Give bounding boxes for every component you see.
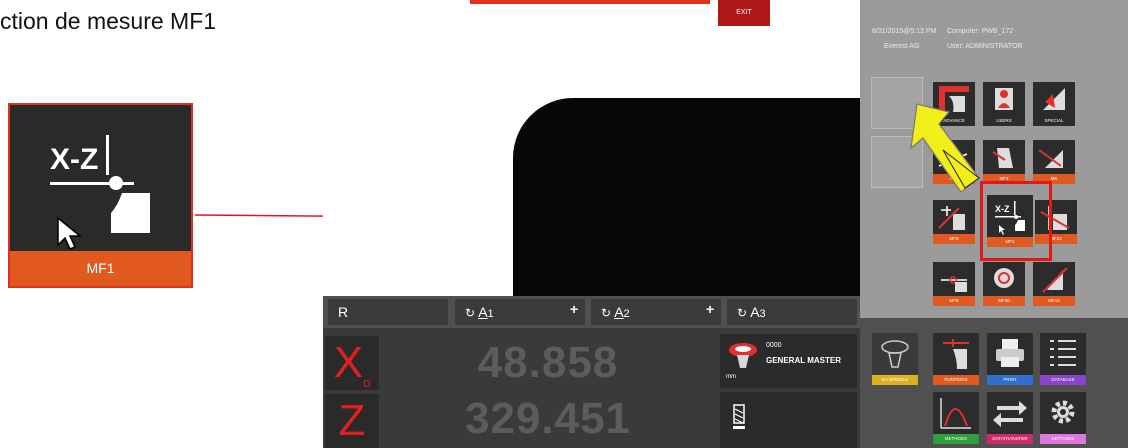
z-axis-letter: Z <box>338 396 366 445</box>
unit-label: mm <box>726 374 736 380</box>
a1-axis-button[interactable]: ↻ A1 <box>455 299 585 325</box>
tool-selector[interactable] <box>720 392 857 448</box>
mf-icon <box>1042 267 1068 293</box>
status-computer: Computer: PWB_172 <box>947 28 1014 35</box>
tile-measure-3[interactable]: MK <box>1033 140 1075 184</box>
mf1-highlight-frame <box>980 181 1052 261</box>
master-selector[interactable]: 0000 GENERAL MASTER mm <box>720 334 857 388</box>
empty-slot-1 <box>871 77 923 129</box>
advance-icon <box>939 86 969 112</box>
x-axis-indicator[interactable]: XD <box>325 336 379 390</box>
a1-axis-letter: A <box>478 304 488 320</box>
tile-special[interactable]: SPECIAL <box>1033 82 1075 126</box>
users-icon <box>995 88 1013 110</box>
mf-icon <box>938 206 965 230</box>
tile-measure-9[interactable]: MF12 <box>1033 262 1075 306</box>
master-name: GENERAL MASTER <box>766 356 841 365</box>
print-button[interactable]: PRINT <box>987 333 1033 385</box>
rotate-icon: ↻ <box>601 306 612 320</box>
axis-bar: R ↻ A1 + ↻ A2 + ↻ A3 <box>323 296 860 328</box>
x-axis-subscript: D <box>363 378 371 390</box>
special-icon <box>1043 88 1065 110</box>
tile-special-label: SPECIAL <box>1044 118 1064 123</box>
tile-users[interactable]: USERS <box>983 82 1025 126</box>
tile-measure-4[interactable]: MF5 <box>933 200 975 244</box>
exit-button[interactable]: EXIT <box>718 0 770 26</box>
mf1-zoom-tile: X-Z MF1 <box>8 103 193 288</box>
tile-measure-2[interactable]: MF3 <box>983 140 1025 184</box>
tile-measure-1[interactable]: MF1 <box>933 140 975 184</box>
a2-axis-letter: A <box>614 304 624 320</box>
functions-button[interactable]: FUNTIONS <box>933 333 979 385</box>
printer-icon <box>996 339 1024 367</box>
master-code: 0000 <box>766 342 782 349</box>
functions-label: FUNTIONS <box>933 375 979 385</box>
kv-spindle-icon <box>881 340 909 368</box>
drill-icon <box>733 404 745 429</box>
mf1-zoom-icon: X-Z <box>50 135 150 250</box>
mf-icon <box>941 276 967 292</box>
empty-slot-2 <box>871 136 923 188</box>
tile-measure-4-label: MF5 <box>933 234 975 244</box>
status-datetime: 8/31/2015@5:13 PM <box>872 28 937 35</box>
x-value-readout: 48.858 <box>477 338 619 387</box>
tile-measure-7[interactable]: MF8 <box>933 262 975 306</box>
tile-advance[interactable]: ADVANCE <box>933 82 975 126</box>
kv-spindle-label: KV SPINDLE <box>872 375 918 385</box>
methods-icon <box>940 398 971 429</box>
a1-plus-button[interactable]: + <box>570 301 578 317</box>
z-axis-indicator[interactable]: Z <box>325 394 379 448</box>
page-heading: ction de mesure MF1 <box>0 8 217 34</box>
mouse-cursor-icon <box>57 216 83 250</box>
a2-plus-button[interactable]: + <box>706 301 714 317</box>
kv-spindle-button[interactable]: KV SPINDLE <box>872 333 918 385</box>
database-icon <box>1050 340 1076 366</box>
tile-measure-8-label: MF30 <box>983 296 1025 306</box>
a3-axis-button[interactable]: ↻ A3 <box>727 299 857 325</box>
rotate-icon: ↻ <box>465 306 476 320</box>
methods-label: METHODS <box>933 434 979 444</box>
transfer-arrows-icon <box>993 401 1027 427</box>
camera-view[interactable] <box>323 0 860 296</box>
z-value-readout: 329.451 <box>464 394 632 443</box>
status-company: Everest AG <box>884 43 920 50</box>
print-label: PRINT <box>987 375 1033 385</box>
tile-measure-8[interactable]: MF30 <box>983 262 1025 306</box>
a2-axis-index: 2 <box>623 308 630 320</box>
a2-axis-button[interactable]: ↻ A2 <box>591 299 721 325</box>
x-axis-letter: X <box>333 338 364 387</box>
tile-advance-label: ADVANCE <box>943 118 965 123</box>
r-axis-button[interactable]: R <box>328 299 448 325</box>
dro-panel: XD 48.858 Z 329.451 0000 GENERAL MASTER … <box>323 328 860 448</box>
datatransfer-label: DATATRANSFER <box>987 434 1033 444</box>
spindle-icon <box>729 343 757 368</box>
a1-axis-index: 1 <box>487 308 494 320</box>
settings-label: SETTINGS <box>1040 434 1086 444</box>
measured-part-silhouette <box>513 98 860 296</box>
mf1-zoom-label: MF1 <box>10 251 191 286</box>
gear-icon <box>1051 400 1075 424</box>
xz-glyph: X-Z <box>50 143 98 176</box>
mf-icon <box>994 268 1014 288</box>
camera-top-bar <box>470 0 710 4</box>
database-button[interactable]: DATABASE <box>1040 333 1086 385</box>
tile-measure-1-label: MF1 <box>933 174 975 184</box>
r-axis-label: R <box>338 304 349 320</box>
tile-measure-9-label: MF12 <box>1033 296 1075 306</box>
mf-icon <box>992 148 1013 168</box>
settings-button[interactable]: SETTINGS <box>1040 392 1086 444</box>
tile-users-label: USERS <box>996 118 1012 123</box>
status-user: User: ADMINISTRATOR <box>947 43 1023 50</box>
tile-measure-7-label: MF8 <box>933 296 975 306</box>
database-label: DATABASE <box>1040 375 1086 385</box>
datatransfer-button[interactable]: DATATRANSFER <box>987 392 1033 444</box>
a3-axis-letter: A <box>750 304 760 320</box>
mf-icon <box>938 147 968 167</box>
functions-icon <box>943 339 969 369</box>
rotate-icon: ↻ <box>737 306 748 320</box>
a3-axis-index: 3 <box>759 308 766 320</box>
methods-button[interactable]: METHODS <box>933 392 979 444</box>
mk-icon <box>1038 149 1063 168</box>
